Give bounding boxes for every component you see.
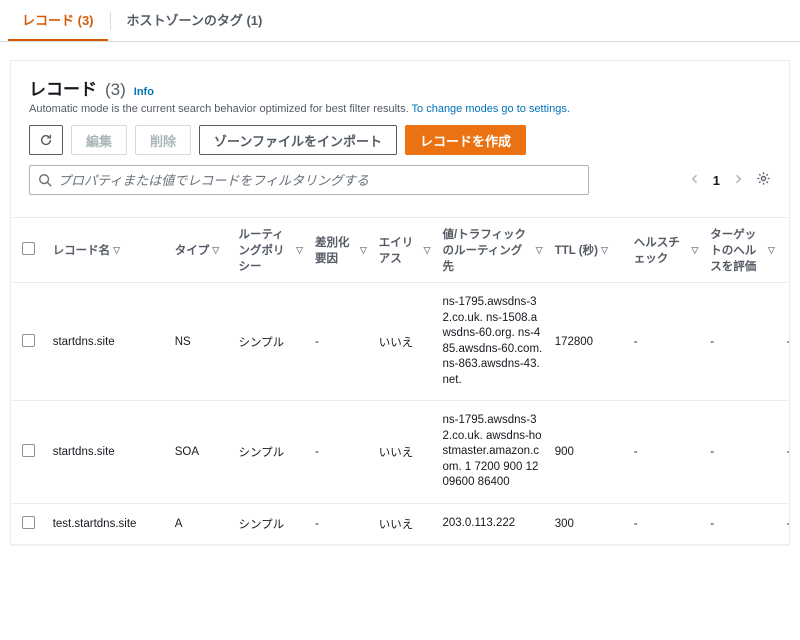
col-value[interactable]: 値/トラフィックのルーティング先: [443, 226, 533, 274]
panel-title: レコード: [29, 75, 97, 100]
panel-header: レコード (3) Info Automatic mode is the curr…: [11, 61, 789, 205]
sort-icon: ▽: [424, 245, 431, 256]
col-type[interactable]: タイプ: [175, 242, 210, 258]
col-health-check[interactable]: ヘルスチェック: [634, 234, 689, 266]
col-routing-policy[interactable]: ルーティングポリシー: [239, 226, 294, 274]
cell-ev: -: [704, 283, 781, 401]
filter-row: 1: [29, 165, 771, 195]
cell-alias: いいえ: [373, 401, 437, 504]
cell-hc: -: [628, 401, 705, 504]
tabs-bar: レコード (3) ホストゾーンのタグ (1): [0, 0, 800, 42]
page-number: 1: [713, 173, 720, 188]
cell-record-name: test.startdns.site: [47, 503, 169, 544]
records-table: レコード名▽ タイプ▽ ルーティングポリシー▽ 差別化要因▽ エイリアス▽ 値/…: [11, 218, 789, 544]
cell-record-name: startdns.site: [47, 283, 169, 401]
chevron-right-icon: [732, 173, 744, 185]
sort-icon: ▽: [601, 245, 608, 256]
sort-icon: ▽: [296, 245, 303, 256]
sort-icon: ▽: [212, 245, 219, 256]
cell-routing: シンプル: [233, 503, 310, 544]
table-row[interactable]: startdns.site SOA シンプル - いいえ ns-1795.aws…: [11, 401, 789, 504]
col-differentiator[interactable]: 差別化要因: [315, 234, 357, 266]
cell-routing: シンプル: [233, 283, 310, 401]
select-all-checkbox[interactable]: [22, 242, 35, 255]
refresh-button[interactable]: [29, 125, 63, 155]
import-zone-file-button[interactable]: ゾーンファイルをインポート: [199, 125, 397, 155]
col-record-name[interactable]: レコード名: [53, 242, 111, 258]
cell-ev: -: [704, 401, 781, 504]
cell-type: A: [169, 503, 233, 544]
records-table-wrap: レコード名▽ タイプ▽ ルーティングポリシー▽ 差別化要因▽ エイリアス▽ 値/…: [11, 217, 789, 544]
gear-icon: [756, 171, 771, 186]
cell-ttl: 172800: [549, 283, 628, 401]
next-page: [730, 171, 746, 190]
cell-type: SOA: [169, 401, 233, 504]
cell-value: ns-1795.awsdns-32.co.uk. ns-1508.awsdns-…: [437, 283, 549, 401]
sort-icon: ▽: [113, 245, 120, 256]
records-panel: レコード (3) Info Automatic mode is the curr…: [10, 60, 790, 545]
row-checkbox[interactable]: [22, 516, 35, 529]
info-link[interactable]: Info: [134, 86, 154, 98]
refresh-icon: [39, 133, 53, 147]
delete-button: 削除: [135, 125, 191, 155]
cell-ttl: 300: [549, 503, 628, 544]
create-record-button[interactable]: レコードを作成: [405, 125, 526, 155]
col-ttl[interactable]: TTL (秒): [555, 242, 598, 258]
toolbar: 編集 削除 ゾーンファイルをインポート レコードを作成: [29, 125, 771, 155]
row-checkbox[interactable]: [22, 334, 35, 347]
filter-input-wrap[interactable]: [29, 165, 589, 195]
subtext-prefix: Automatic mode is the current search beh…: [29, 103, 412, 115]
col-alias[interactable]: エイリアス: [379, 234, 421, 266]
cell-value: ns-1795.awsdns-32.co.uk. awsdns-hostmast…: [437, 401, 549, 504]
cell-last: -: [781, 401, 789, 504]
cell-hc: -: [628, 283, 705, 401]
edit-button: 編集: [71, 125, 127, 155]
settings-link[interactable]: To change modes go to settings.: [412, 103, 570, 115]
cell-diff: -: [309, 503, 373, 544]
table-row[interactable]: startdns.site NS シンプル - いいえ ns-1795.awsd…: [11, 283, 789, 401]
search-icon: [38, 173, 52, 187]
subtext: Automatic mode is the current search beh…: [29, 103, 771, 115]
cell-last: -: [781, 283, 789, 401]
cell-alias: いいえ: [373, 503, 437, 544]
cell-alias: いいえ: [373, 283, 437, 401]
sort-icon: ▽: [691, 245, 698, 256]
table-row[interactable]: test.startdns.site A シンプル - いいえ 203.0.11…: [11, 503, 789, 544]
tab-records[interactable]: レコード (3): [8, 0, 108, 41]
cell-diff: -: [309, 283, 373, 401]
sort-icon: ▽: [536, 245, 543, 256]
tab-divider: [110, 12, 111, 30]
cell-ttl: 900: [549, 401, 628, 504]
cell-value: 203.0.113.222: [437, 503, 549, 544]
cell-hc: -: [628, 503, 705, 544]
chevron-left-icon: [689, 173, 701, 185]
filter-input[interactable]: [58, 173, 580, 188]
prev-page: [687, 171, 703, 190]
sort-icon: ▽: [360, 245, 367, 256]
col-evaluate-target-health[interactable]: ターゲットのヘルスを評価: [710, 226, 765, 274]
cell-type: NS: [169, 283, 233, 401]
record-count: (3): [105, 80, 126, 100]
pagination: 1: [687, 171, 771, 190]
cell-diff: -: [309, 401, 373, 504]
row-checkbox[interactable]: [22, 444, 35, 457]
cell-ev: -: [704, 503, 781, 544]
sort-icon: ▽: [768, 245, 775, 256]
cell-last: -: [781, 503, 789, 544]
cell-record-name: startdns.site: [47, 401, 169, 504]
cell-routing: シンプル: [233, 401, 310, 504]
tab-hosted-zone-tags[interactable]: ホストゾーンのタグ (1): [113, 0, 277, 41]
settings-button[interactable]: [756, 171, 771, 189]
records-tbody: startdns.site NS シンプル - いいえ ns-1795.awsd…: [11, 283, 789, 544]
